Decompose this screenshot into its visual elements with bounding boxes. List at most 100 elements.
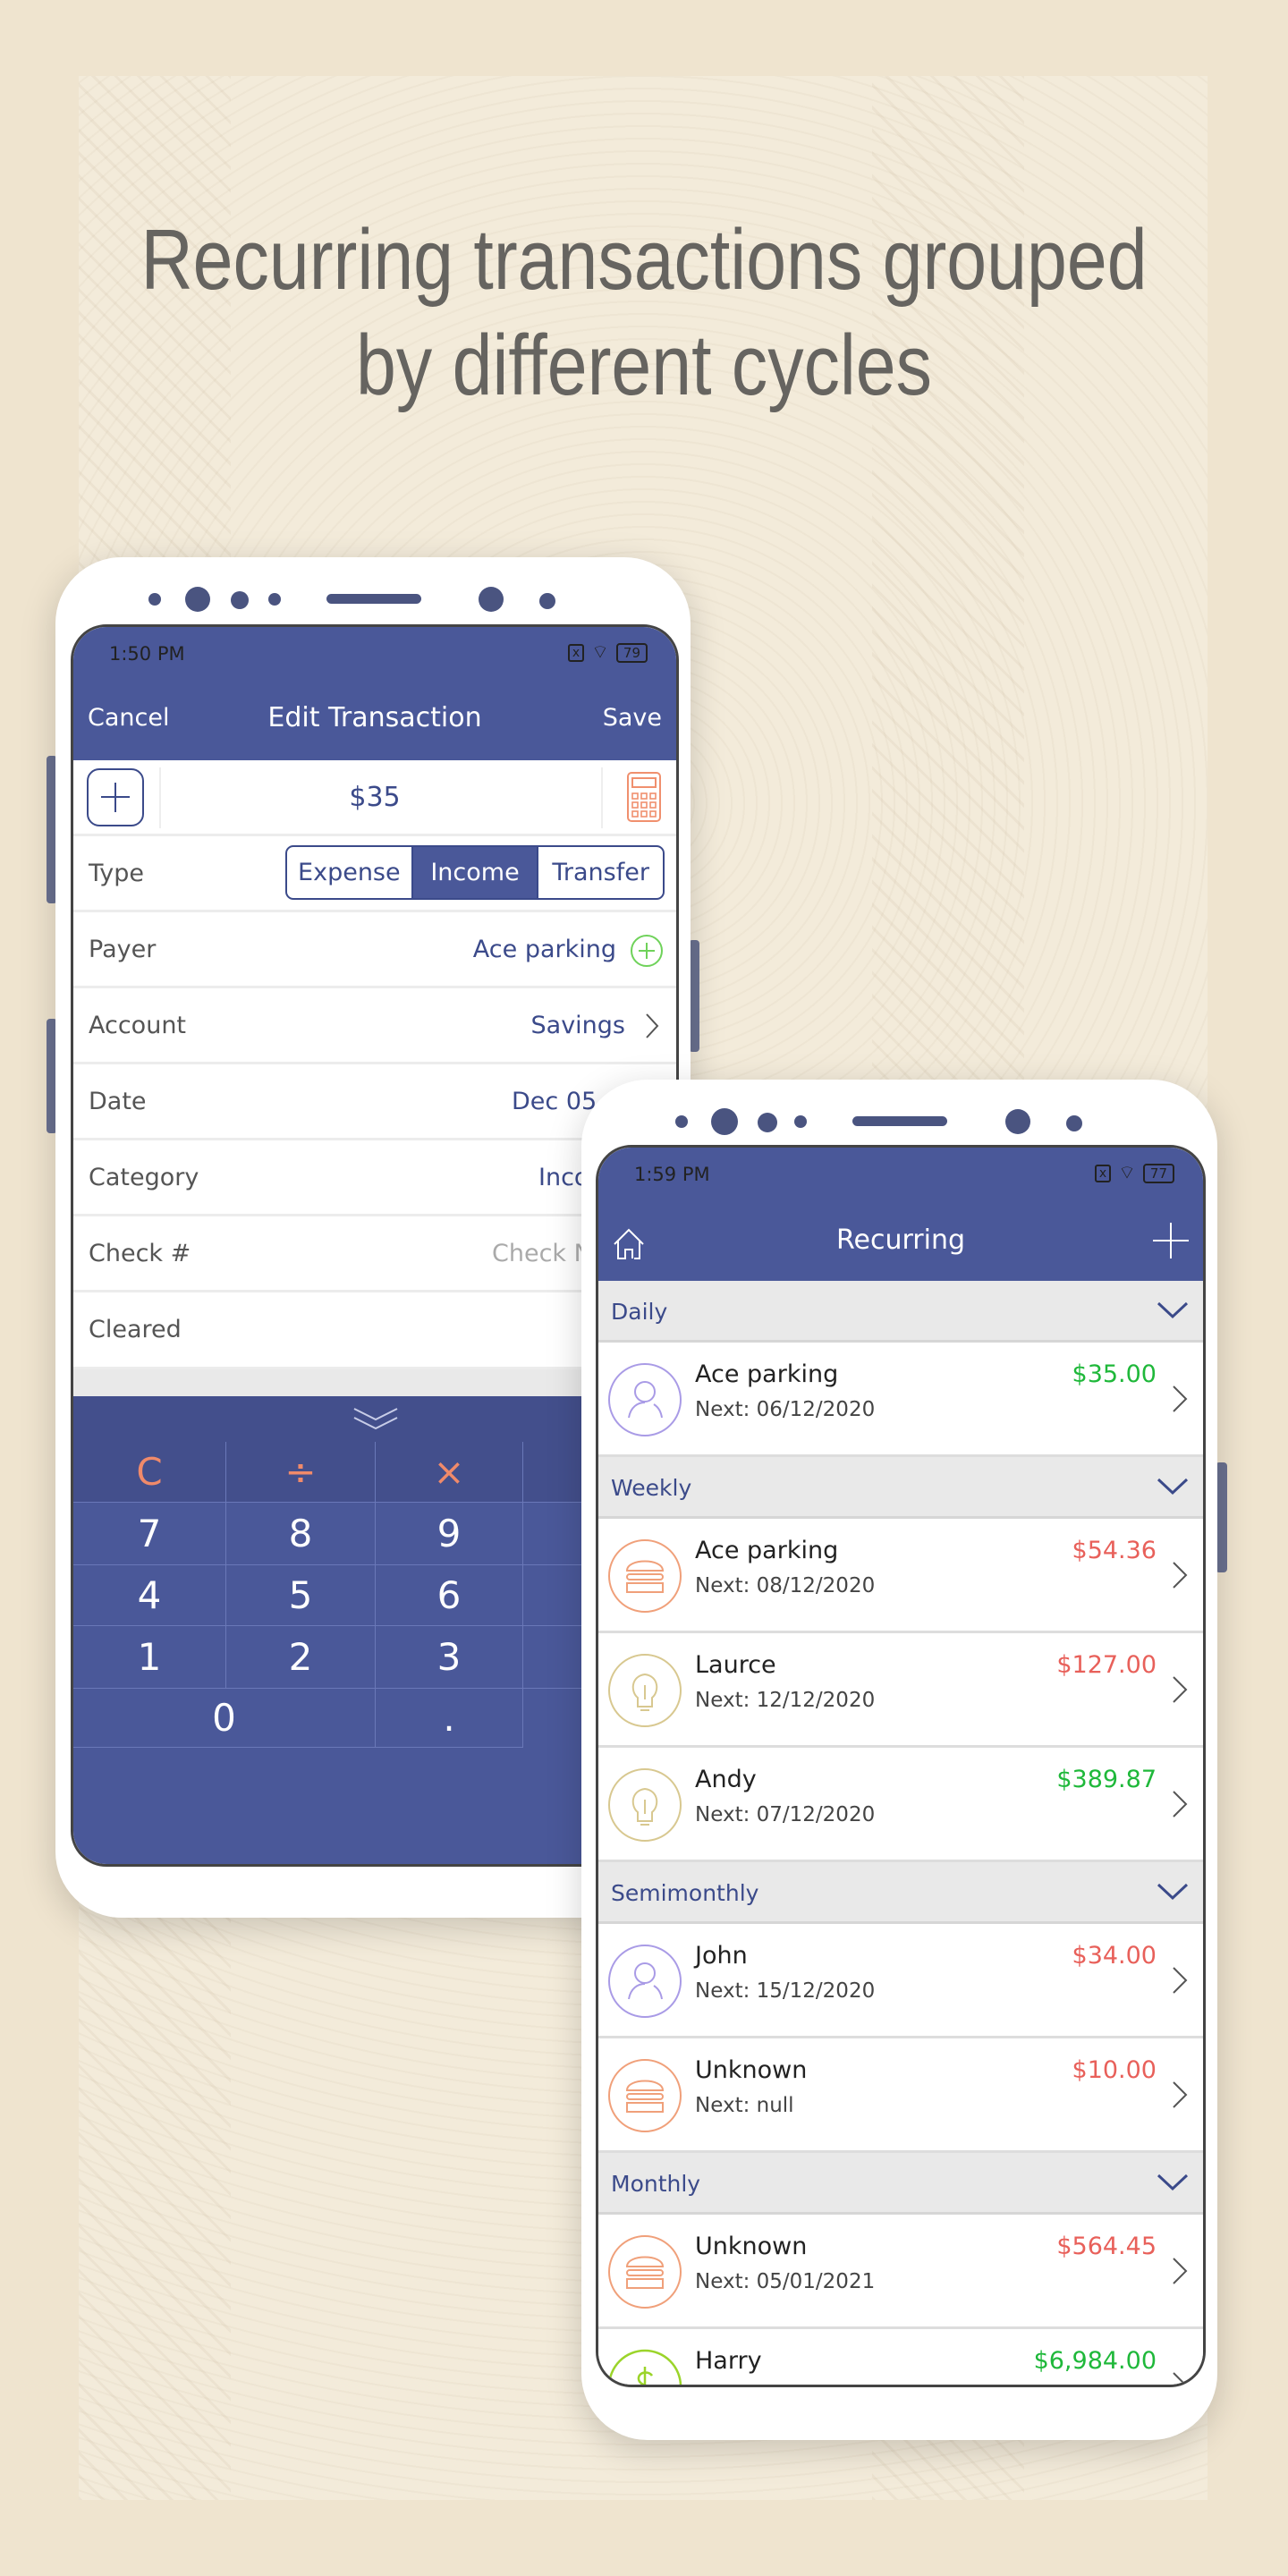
amount-row: $35 <box>73 760 676 836</box>
item-name: Harry <box>695 2347 762 2375</box>
item-name: Ace parking <box>695 1360 839 1388</box>
wifi-icon: ⌔ <box>1118 1162 1136 1183</box>
item-amount: $54.36 <box>1072 1537 1157 1564</box>
payer-value: Ace parking <box>472 936 616 963</box>
group-title: Monthly <box>611 2171 701 2197</box>
multiply-key[interactable]: × <box>376 1442 523 1503</box>
group-header-weekly[interactable]: Weekly <box>598 1457 1203 1519</box>
recurring-item[interactable]: Unknown Next: null $10.00 <box>598 2038 1203 2153</box>
add-payer-icon[interactable] <box>630 934 664 968</box>
group-title: Daily <box>611 1299 668 1325</box>
bulb-icon <box>608 1768 682 1842</box>
chevron-right-icon <box>1171 1789 1189 1823</box>
item-amount: $6,984.00 <box>1033 2347 1157 2375</box>
recurring-item[interactable]: John Next: 15/12/2020 $34.00 <box>598 1924 1203 2038</box>
chevron-down-icon[interactable] <box>1157 1882 1189 1902</box>
item-next-date: Next: 08/12/2020 <box>695 1574 876 1597</box>
digit-key-3[interactable]: 3 <box>376 1626 523 1689</box>
burger-icon <box>608 1539 682 1613</box>
digit-key-2[interactable]: 2 <box>226 1626 376 1689</box>
chevron-right-icon <box>1171 2256 1189 2290</box>
account-row[interactable]: Account Savings <box>73 988 676 1064</box>
cleared-label: Cleared <box>89 1316 182 1343</box>
burger-icon <box>608 2059 682 2132</box>
group-header-semimonthly[interactable]: Semimonthly <box>598 1862 1203 1924</box>
digit-key-1[interactable]: 1 <box>73 1626 226 1689</box>
amount-value[interactable]: $35 <box>73 782 676 813</box>
recurring-item[interactable]: Ace parking Next: 08/12/2020 $54.36 <box>598 1519 1203 1633</box>
item-name: Unknown <box>695 2233 808 2260</box>
cancel-button[interactable]: Cancel <box>88 704 169 732</box>
category-label: Category <box>89 1164 199 1191</box>
divide-key[interactable]: ÷ <box>226 1442 376 1503</box>
recurring-item[interactable]: Harry Next: null $6,984.00 <box>598 2329 1203 2387</box>
recurring-item[interactable]: Andy Next: 07/12/2020 $389.87 <box>598 1748 1203 1862</box>
digit-key-8[interactable]: 8 <box>226 1503 376 1565</box>
recurring-item[interactable]: Ace parking Next: 06/12/2020 $35.00 <box>598 1343 1203 1457</box>
digit-key-0[interactable]: 0 <box>73 1689 376 1748</box>
clear-key[interactable]: C <box>73 1442 226 1503</box>
sim-icon: x <box>1094 1165 1112 1182</box>
item-next-date: Next: null <box>695 2094 794 2117</box>
group-header-monthly[interactable]: Monthly <box>598 2153 1203 2215</box>
item-name: Unknown <box>695 2056 808 2084</box>
item-amount: $10.00 <box>1072 2056 1157 2084</box>
chevron-right-icon <box>1171 1560 1189 1594</box>
type-row: Type Expense Income Transfer <box>73 836 676 912</box>
person-icon <box>608 1363 682 1436</box>
type-label: Type <box>89 860 145 887</box>
item-next-date: Next: 07/12/2020 <box>695 1803 876 1826</box>
add-icon[interactable] <box>1151 1221 1191 1260</box>
item-amount: $564.45 <box>1056 2233 1157 2260</box>
digit-key-6[interactable]: 6 <box>376 1565 523 1626</box>
recurring-item[interactable]: Unknown Next: 05/01/2021 $564.45 <box>598 2215 1203 2329</box>
item-next-date: Next: 15/12/2020 <box>695 1979 876 2003</box>
battery-icon: 77 <box>1142 1164 1174 1183</box>
item-next-date: Next: 12/12/2020 <box>695 1689 876 1712</box>
payer-label: Payer <box>89 936 157 963</box>
dollar-icon <box>607 2349 682 2385</box>
home-icon[interactable] <box>611 1226 647 1262</box>
status-time: 1:50 PM <box>109 643 185 665</box>
chevron-right-icon <box>1171 1965 1189 1999</box>
account-value: Savings <box>530 1012 625 1039</box>
recurring-item[interactable]: Laurce Next: 12/12/2020 $127.00 <box>598 1633 1203 1748</box>
type-income[interactable]: Income <box>411 847 538 898</box>
item-next-date: Next: 05/01/2021 <box>695 2270 876 2293</box>
digit-key-5[interactable]: 5 <box>226 1565 376 1626</box>
save-button[interactable]: Save <box>603 704 662 732</box>
wifi-icon: ⌔ <box>591 641 609 663</box>
item-next-date: Next: null <box>695 2385 794 2387</box>
digit-key-9[interactable]: 9 <box>376 1503 523 1565</box>
item-amount: $389.87 <box>1056 1766 1157 1793</box>
group-title: Semimonthly <box>611 1880 759 1906</box>
decimal-key[interactable]: . <box>376 1689 523 1748</box>
type-segmented-control: Expense Income Transfer <box>285 845 665 900</box>
digit-key-7[interactable]: 7 <box>73 1503 226 1565</box>
payer-row[interactable]: Payer Ace parking <box>73 912 676 988</box>
chevron-down-icon[interactable] <box>1157 2173 1189 2192</box>
chevron-down-icon[interactable] <box>1157 1477 1189 1496</box>
item-name: Ace parking <box>695 1537 839 1564</box>
item-amount: $35.00 <box>1072 1360 1157 1388</box>
chevron-down-icon[interactable] <box>1157 1301 1189 1320</box>
double-chevron-down-icon[interactable] <box>351 1403 401 1434</box>
page-title: Recurring <box>836 1224 965 1256</box>
battery-icon: 79 <box>615 643 648 663</box>
item-amount: $127.00 <box>1056 1651 1157 1679</box>
date-value: Dec 05 <box>512 1088 597 1115</box>
item-next-date: Next: 06/12/2020 <box>695 1398 876 1421</box>
item-name: John <box>695 1942 748 1970</box>
calculator-icon[interactable] <box>626 771 662 823</box>
chevron-right-icon <box>646 1013 659 1038</box>
status-time: 1:59 PM <box>634 1164 710 1185</box>
type-transfer[interactable]: Transfer <box>537 847 663 898</box>
group-header-daily[interactable]: Daily <box>598 1281 1203 1343</box>
edit-header: 1:50 PM x ⌔ 79 Cancel Edit Transaction Sav… <box>73 627 676 760</box>
chevron-right-icon <box>1171 1674 1189 1708</box>
digit-key-4[interactable]: 4 <box>73 1565 226 1626</box>
status-bar: 1:59 PM x ⌔ 77 <box>598 1148 1203 1199</box>
recurring-header: 1:59 PM x ⌔ 77 Recurring <box>598 1148 1203 1281</box>
type-expense[interactable]: Expense <box>287 847 411 898</box>
phone-recurring: 1:59 PM x ⌔ 77 Recurring Daily Ace parking… <box>581 1080 1217 2440</box>
